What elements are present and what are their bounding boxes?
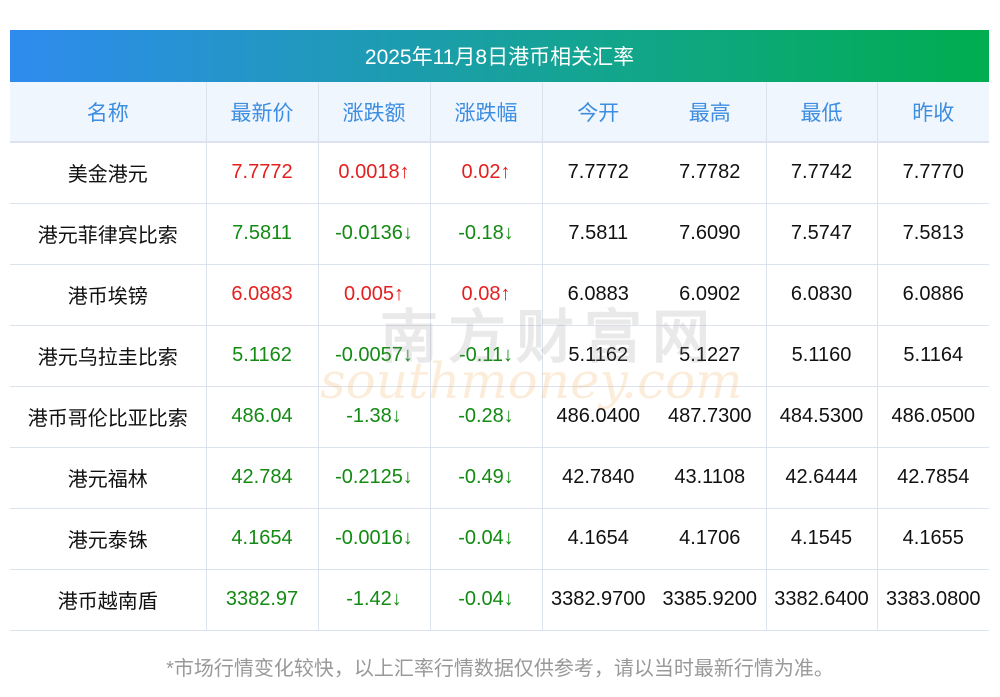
change-cell: -0.2125↓ <box>317 447 430 509</box>
prev-close-cell: 486.0500 <box>876 386 989 448</box>
open-cell: 5.1162 <box>541 325 654 387</box>
last-price-cell: 42.784 <box>205 447 318 509</box>
col-header-open: 今开 <box>541 82 654 143</box>
name-cell: 港元乌拉圭比索 <box>10 325 206 387</box>
open-cell: 7.7772 <box>541 142 654 204</box>
low-cell: 7.7742 <box>765 142 877 204</box>
name-cell: 港币哥伦比亚比索 <box>10 386 206 448</box>
col-header-last: 最新价 <box>205 82 318 143</box>
prev-close-cell: 7.5813 <box>876 203 989 265</box>
prev-close-cell: 3383.0800 <box>876 569 989 631</box>
last-price-cell: 5.1162 <box>205 325 318 387</box>
high-cell: 4.1706 <box>654 508 766 570</box>
last-price-cell: 7.7772 <box>205 142 318 204</box>
percent-cell: 0.08↑ <box>429 264 542 326</box>
low-cell: 484.5300 <box>765 386 877 448</box>
table-row: 港币越南盾 3382.97 -1.42↓ -0.04↓ 3382.9700 3385.92… <box>10 569 989 631</box>
percent-cell: -0.18↓ <box>429 203 542 265</box>
open-cell: 7.5811 <box>541 203 654 265</box>
name-cell: 港元福林 <box>10 447 206 509</box>
last-price-cell: 6.0883 <box>205 264 318 326</box>
table-row: 美金港元 7.7772 0.0018↑ 0.02↑ 7.7772 7.7782 7.7742… <box>10 142 989 204</box>
col-header-high: 最高 <box>654 82 766 143</box>
table-row: 港币埃镑 6.0883 0.005↑ 0.08↑ 6.0883 6.0902 6.0830 6… <box>10 264 989 326</box>
last-price-cell: 3382.97 <box>205 569 318 631</box>
change-cell: -0.0136↓ <box>317 203 430 265</box>
high-cell: 5.1227 <box>654 325 766 387</box>
low-cell: 42.6444 <box>765 447 877 509</box>
col-header-name: 名称 <box>10 82 206 143</box>
change-cell: 0.005↑ <box>317 264 430 326</box>
high-cell: 487.7300 <box>654 386 766 448</box>
percent-cell: -0.11↓ <box>429 325 542 387</box>
low-cell: 5.1160 <box>765 325 877 387</box>
open-cell: 4.1654 <box>541 508 654 570</box>
name-cell: 港元菲律宾比索 <box>10 203 206 265</box>
percent-cell: 0.02↑ <box>429 142 542 204</box>
prev-close-cell: 42.7854 <box>876 447 989 509</box>
change-cell: -1.38↓ <box>317 386 430 448</box>
col-header-low: 最低 <box>765 82 877 143</box>
percent-cell: -0.49↓ <box>429 447 542 509</box>
change-cell: -0.0016↓ <box>317 508 430 570</box>
low-cell: 7.5747 <box>765 203 877 265</box>
high-cell: 7.6090 <box>654 203 766 265</box>
col-header-prev-close: 昨收 <box>876 82 989 143</box>
high-cell: 7.7782 <box>654 142 766 204</box>
table-row: 港元泰铢 4.1654 -0.0016↓ -0.04↓ 4.1654 4.1706 4.15… <box>10 508 989 570</box>
change-cell: 0.0018↑ <box>317 142 430 204</box>
last-price-cell: 7.5811 <box>205 203 318 265</box>
col-header-change: 涨跌额 <box>317 82 430 143</box>
last-price-cell: 4.1654 <box>205 508 318 570</box>
prev-close-cell: 7.7770 <box>876 142 989 204</box>
percent-cell: -0.28↓ <box>429 386 542 448</box>
table-row: 港币哥伦比亚比索 486.04 -1.38↓ -0.28↓ 486.0400 487.73… <box>10 386 989 448</box>
name-cell: 港币越南盾 <box>10 569 206 631</box>
table-header-row: 名称 最新价 涨跌额 涨跌幅 今开 最高 最低 昨收 <box>10 82 989 143</box>
high-cell: 43.1108 <box>654 447 766 509</box>
name-cell: 港币埃镑 <box>10 264 206 326</box>
open-cell: 42.7840 <box>541 447 654 509</box>
disclaimer-note: *市场行情变化较快，以上汇率行情数据仅供参考，请以当时最新行情为准。 <box>166 658 834 680</box>
percent-cell: -0.04↓ <box>429 569 542 631</box>
high-cell: 6.0902 <box>654 264 766 326</box>
exchange-rate-table: 名称 最新价 涨跌额 涨跌幅 今开 最高 最低 昨收 美金港元 7.7772 0.0… <box>10 82 989 631</box>
open-cell: 3382.9700 <box>541 569 654 631</box>
prev-close-cell: 6.0886 <box>876 264 989 326</box>
name-cell: 美金港元 <box>10 142 206 204</box>
name-cell: 港元泰铢 <box>10 508 206 570</box>
table-row: 港元福林 42.784 -0.2125↓ -0.49↓ 42.7840 43.1108 42… <box>10 447 989 509</box>
last-price-cell: 486.04 <box>205 386 318 448</box>
open-cell: 486.0400 <box>541 386 654 448</box>
table-row: 港元乌拉圭比索 5.1162 -0.0057↓ -0.11↓ 5.1162 5.1227 5… <box>10 325 989 387</box>
change-cell: -1.42↓ <box>317 569 430 631</box>
prev-close-cell: 5.1164 <box>876 325 989 387</box>
change-cell: -0.0057↓ <box>317 325 430 387</box>
col-header-percent: 涨跌幅 <box>429 82 542 143</box>
prev-close-cell: 4.1655 <box>876 508 989 570</box>
open-cell: 6.0883 <box>541 264 654 326</box>
low-cell: 3382.6400 <box>765 569 877 631</box>
high-cell: 3385.9200 <box>654 569 766 631</box>
table-title: 2025年11月8日港币相关汇率 <box>10 30 989 82</box>
low-cell: 6.0830 <box>765 264 877 326</box>
percent-cell: -0.04↓ <box>429 508 542 570</box>
low-cell: 4.1545 <box>765 508 877 570</box>
table-row: 港元菲律宾比索 7.5811 -0.0136↓ -0.18↓ 7.5811 7.6090 7… <box>10 203 989 265</box>
